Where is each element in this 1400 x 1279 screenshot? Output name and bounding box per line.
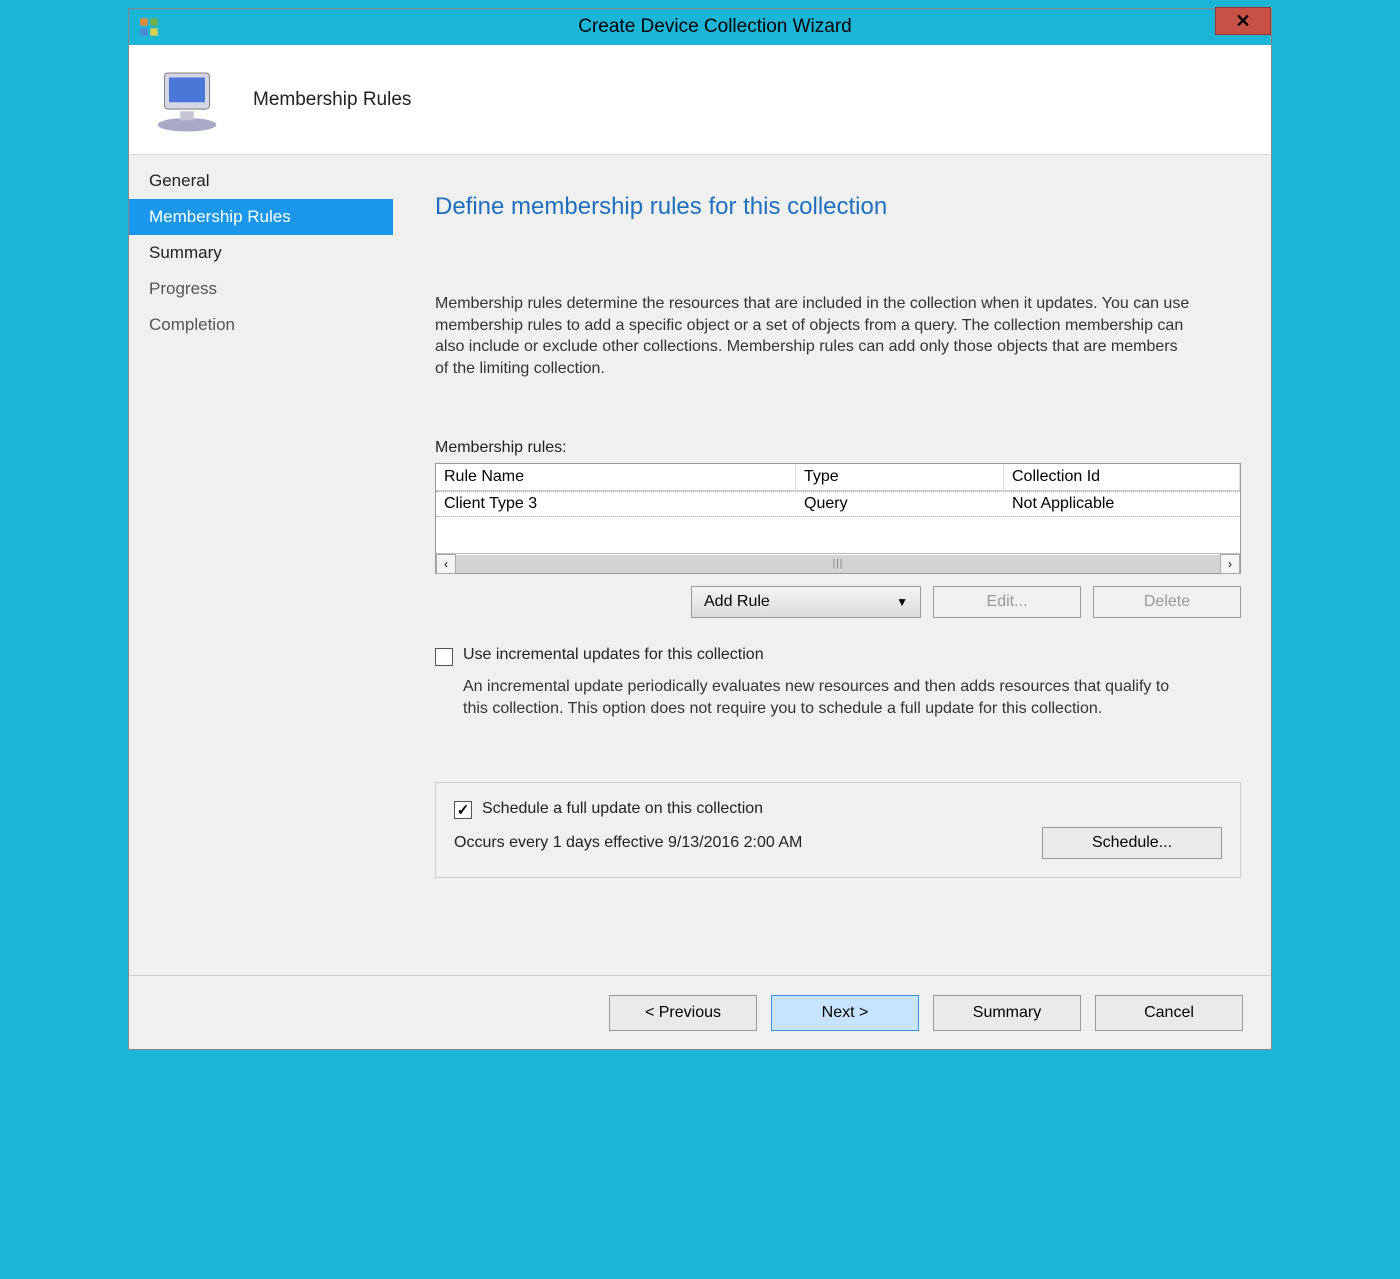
- col-header-name[interactable]: Rule Name: [436, 464, 796, 490]
- sidebar-item-summary[interactable]: Summary: [129, 235, 393, 271]
- page-title: Membership Rules: [253, 89, 411, 111]
- sidebar-item-progress[interactable]: Progress: [129, 271, 393, 307]
- titlebar: Create Device Collection Wizard ✕: [129, 9, 1271, 45]
- col-header-id[interactable]: Collection Id: [1004, 464, 1240, 490]
- sidebar-item-membership-rules[interactable]: Membership Rules: [129, 199, 393, 235]
- close-button[interactable]: ✕: [1215, 7, 1271, 35]
- table-empty-space: [436, 517, 1240, 553]
- edit-button[interactable]: Edit...: [933, 586, 1081, 618]
- horizontal-scrollbar[interactable]: ‹ ||| ›: [436, 553, 1240, 573]
- table-header: Rule Name Type Collection Id: [436, 464, 1240, 491]
- summary-button[interactable]: Summary: [933, 995, 1081, 1031]
- col-header-type[interactable]: Type: [796, 464, 1004, 490]
- computer-icon: [151, 64, 223, 136]
- add-rule-button[interactable]: Add Rule ▼: [691, 586, 921, 618]
- app-icon: [139, 17, 159, 37]
- wizard-footer: < Previous Next > Summary Cancel: [129, 975, 1271, 1049]
- add-rule-label: Add Rule: [704, 593, 770, 611]
- content-area: Define membership rules for this collect…: [393, 155, 1271, 975]
- table-label: Membership rules:: [435, 439, 1241, 457]
- sidebar-item-completion[interactable]: Completion: [129, 307, 393, 343]
- rule-buttons: Add Rule ▼ Edit... Delete: [435, 586, 1241, 618]
- cell-collection-id: Not Applicable: [1004, 492, 1240, 516]
- incremental-label: Use incremental updates for this collect…: [463, 646, 764, 664]
- window-title: Create Device Collection Wizard: [159, 16, 1271, 38]
- scroll-right-button[interactable]: ›: [1220, 554, 1240, 574]
- wizard-body: General Membership Rules Summary Progres…: [129, 155, 1271, 975]
- delete-button[interactable]: Delete: [1093, 586, 1241, 618]
- table-row[interactable]: Client Type 3 Query Not Applicable: [436, 491, 1240, 517]
- schedule-label: Schedule a full update on this collectio…: [482, 800, 763, 818]
- cell-rule-name: Client Type 3: [436, 492, 796, 516]
- scroll-grip-icon: |||: [833, 558, 844, 569]
- previous-button[interactable]: < Previous: [609, 995, 757, 1031]
- next-button[interactable]: Next >: [771, 995, 919, 1031]
- incremental-row: Use incremental updates for this collect…: [435, 646, 1241, 666]
- close-icon: ✕: [1235, 11, 1250, 32]
- header-band: Membership Rules: [129, 45, 1271, 155]
- schedule-text: Occurs every 1 days effective 9/13/2016 …: [454, 834, 802, 852]
- cancel-button[interactable]: Cancel: [1095, 995, 1243, 1031]
- rules-table: Rule Name Type Collection Id Client Type…: [435, 463, 1241, 574]
- schedule-checkbox[interactable]: [454, 801, 472, 819]
- chevron-right-icon: ›: [1228, 557, 1232, 571]
- incremental-description: An incremental update periodically evalu…: [463, 676, 1193, 719]
- sidebar-item-general[interactable]: General: [129, 163, 393, 199]
- wizard-window: Create Device Collection Wizard ✕ Member…: [128, 8, 1272, 1050]
- schedule-row: Occurs every 1 days effective 9/13/2016 …: [454, 827, 1222, 859]
- schedule-header: Schedule a full update on this collectio…: [454, 799, 1222, 819]
- incremental-checkbox[interactable]: [435, 648, 453, 666]
- schedule-groupbox: Schedule a full update on this collectio…: [435, 782, 1241, 878]
- content-description: Membership rules determine the resources…: [435, 293, 1195, 379]
- chevron-left-icon: ‹: [444, 557, 448, 571]
- sidebar: General Membership Rules Summary Progres…: [129, 155, 393, 975]
- schedule-button[interactable]: Schedule...: [1042, 827, 1222, 859]
- scroll-track[interactable]: |||: [456, 555, 1220, 573]
- content-heading: Define membership rules for this collect…: [435, 193, 1241, 221]
- cell-rule-type: Query: [796, 492, 1004, 516]
- chevron-down-icon: ▼: [896, 595, 908, 609]
- scroll-left-button[interactable]: ‹: [436, 554, 456, 574]
